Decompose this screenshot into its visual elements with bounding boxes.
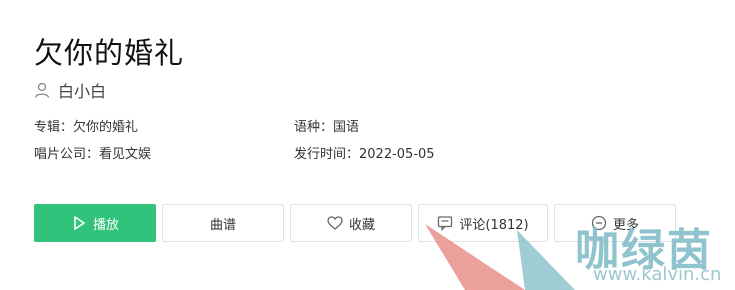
release-info: 发行时间：2022-05-05 (294, 143, 435, 162)
artist-row[interactable]: 白小白 (34, 78, 106, 102)
watermark-url: www.kalvin.cn (593, 264, 722, 285)
score-label: 曲谱 (209, 217, 236, 233)
user-icon (34, 82, 50, 98)
artist-name[interactable]: 白小白 (58, 78, 106, 102)
score-button[interactable]: 曲谱 (162, 204, 284, 242)
language-label: 语种： (294, 120, 334, 135)
play-button[interactable]: 播放 (34, 204, 156, 242)
record-label-label: 唱片公司： (34, 147, 100, 162)
favorite-button[interactable]: 收藏 (290, 204, 412, 242)
language-value: 国语 (333, 120, 360, 135)
play-icon (71, 215, 87, 231)
language-info: 语种：国语 (294, 116, 359, 135)
song-title: 欠你的婚礼 (34, 36, 185, 70)
heart-icon (327, 215, 343, 231)
release-label: 发行时间： (294, 147, 360, 162)
play-label: 播放 (92, 217, 119, 233)
album-info: 专辑：欠你的婚礼 (34, 116, 138, 135)
release-value: 2022-05-05 (359, 147, 435, 162)
watermark-logo (425, 224, 575, 290)
record-label-value: 看见文娱 (99, 147, 152, 162)
album-label: 专辑： (34, 120, 74, 135)
favorite-label: 收藏 (348, 217, 375, 233)
album-value[interactable]: 欠你的婚礼 (73, 120, 138, 135)
label-info: 唱片公司：看见文娱 (34, 143, 151, 162)
